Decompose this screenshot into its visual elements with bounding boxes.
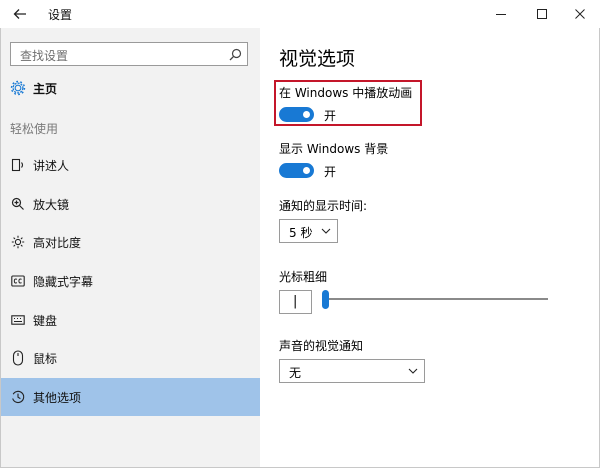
- animations-toggle-state: 开: [324, 109, 337, 123]
- sidebar-item-high-contrast[interactable]: 高对比度: [1, 223, 260, 261]
- notification-time-select[interactable]: 5 秒: [279, 219, 338, 243]
- toggle-knob: [303, 167, 310, 174]
- sidebar-item-label: 讲述人: [33, 158, 70, 173]
- notification-time-value: 5 秒: [289, 226, 313, 240]
- mouse-icon: [10, 350, 26, 366]
- app-title: 设置: [48, 8, 73, 22]
- sidebar-item-magnifier[interactable]: 放大镜: [1, 185, 260, 223]
- notification-time-label: 通知的显示时间:: [279, 199, 368, 213]
- cursor-thickness-label: 光标粗细: [279, 270, 328, 284]
- search-icon[interactable]: [229, 48, 242, 61]
- visual-sound-select[interactable]: 无: [279, 359, 425, 383]
- animations-toggle[interactable]: [279, 107, 314, 122]
- minimize-button[interactable]: [481, 0, 521, 28]
- back-button[interactable]: [6, 2, 34, 26]
- close-button[interactable]: [560, 0, 600, 28]
- page-title: 视觉选项: [279, 48, 356, 70]
- search-input[interactable]: 查找设置: [10, 42, 248, 66]
- title-bar: 设置: [0, 0, 600, 28]
- magnifier-icon: [10, 196, 26, 212]
- cursor-preview: |: [279, 290, 312, 314]
- sidebar-item-label: 键盘: [33, 313, 58, 328]
- maximize-button[interactable]: [522, 0, 562, 28]
- closed-caption-icon: [10, 273, 26, 289]
- sidebar-item-other-options[interactable]: 其他选项: [1, 378, 260, 416]
- background-toggle[interactable]: [279, 163, 314, 178]
- sidebar-item-mouse[interactable]: 鼠标: [1, 339, 260, 377]
- cursor-thickness-slider[interactable]: [324, 298, 548, 300]
- arrow-left-icon: [13, 9, 26, 19]
- gear-icon: [10, 80, 26, 96]
- sidebar-item-closed-captions[interactable]: 隐藏式字幕: [1, 262, 260, 300]
- maximize-icon: [537, 9, 547, 19]
- sidebar-section-label: 轻松使用: [10, 122, 59, 136]
- sidebar-item-label: 主页: [33, 81, 58, 96]
- sidebar-item-label: 放大镜: [33, 197, 70, 212]
- sidebar-item-narrator[interactable]: 讲述人: [1, 146, 260, 184]
- slider-thumb[interactable]: [322, 290, 330, 309]
- animations-label: 在 Windows 中播放动画: [279, 86, 413, 100]
- sidebar-item-label: 其他选项: [33, 390, 82, 405]
- visual-sound-label: 声音的视觉通知: [279, 339, 364, 353]
- sidebar-item-home[interactable]: 主页: [1, 69, 260, 107]
- sidebar-item-label: 高对比度: [33, 235, 82, 250]
- toggle-knob: [303, 111, 310, 118]
- sidebar-item-label: 鼠标: [33, 351, 58, 366]
- close-icon: [575, 9, 585, 19]
- chevron-down-icon: [321, 228, 331, 234]
- sidebar-item-label: 隐藏式字幕: [33, 274, 94, 289]
- visual-sound-value: 无: [289, 366, 302, 380]
- background-label: 显示 Windows 背景: [279, 142, 389, 156]
- narrator-icon: [10, 157, 26, 173]
- brightness-icon: [10, 234, 26, 250]
- background-toggle-state: 开: [324, 165, 337, 179]
- sidebar-item-keyboard[interactable]: 键盘: [1, 301, 260, 339]
- cursor-preview-glyph: |: [293, 294, 298, 309]
- search-placeholder: 查找设置: [20, 49, 69, 63]
- clock-icon: [10, 389, 26, 405]
- keyboard-icon: [10, 312, 26, 328]
- chevron-down-icon: [408, 368, 418, 374]
- minimize-icon: [496, 14, 506, 15]
